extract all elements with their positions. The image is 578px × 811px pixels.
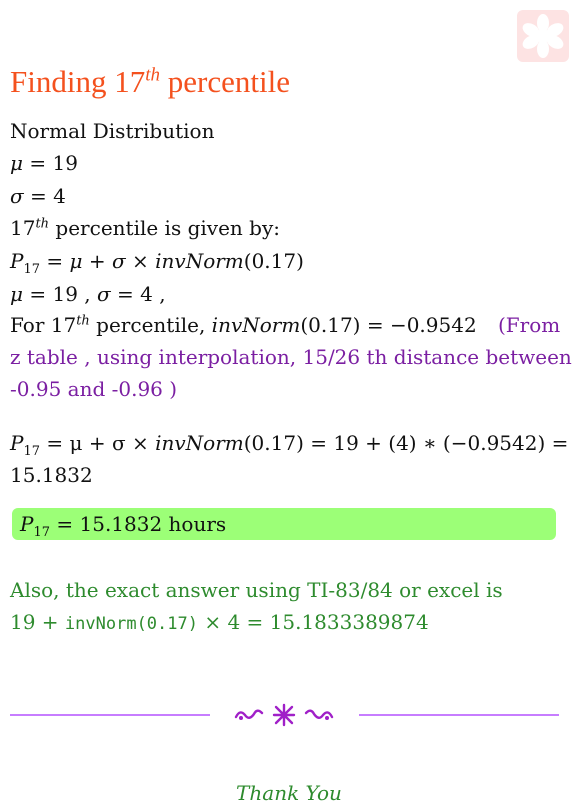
exact-code: invNorm(0.17) bbox=[64, 614, 198, 634]
calc-mid: = μ + σ × bbox=[40, 431, 156, 455]
for-text2: percentile, bbox=[89, 313, 212, 337]
mu-line: μ = 19 bbox=[10, 151, 78, 175]
result-p: P bbox=[20, 512, 34, 536]
exact-prefix: 19 + bbox=[10, 610, 65, 634]
divider-right bbox=[359, 714, 559, 716]
params-sigma-val: = 4 , bbox=[110, 282, 166, 306]
title-suffix: percentile bbox=[160, 64, 290, 99]
formula-mu: μ bbox=[69, 249, 83, 273]
divider-left bbox=[10, 714, 210, 716]
formula-sub: 17 bbox=[23, 262, 41, 277]
page-title: Finding 17th percentile bbox=[10, 64, 290, 100]
result-value: = 15.1832 hours bbox=[50, 512, 227, 536]
for-line: For 17th percentile, invNorm(0.17) = −0.… bbox=[10, 313, 477, 337]
exact-line-1: Also, the exact answer using TI-83/84 or… bbox=[10, 578, 503, 602]
for-sup: th bbox=[76, 313, 90, 329]
mu-value: = 19 bbox=[23, 151, 78, 175]
note-1: (From bbox=[498, 313, 561, 337]
star-flower-logo-icon bbox=[517, 10, 569, 62]
pct-text: percentile is given by: bbox=[49, 216, 280, 240]
calc-sub: 17 bbox=[23, 444, 41, 459]
title-sup: th bbox=[145, 64, 160, 86]
distribution-line: Normal Distribution bbox=[10, 119, 214, 143]
distribution-text: Normal Distribution bbox=[10, 119, 215, 143]
sigma-value: = 4 bbox=[23, 184, 66, 208]
calc-line: P17 = μ + σ × invNorm(0.17) = 19 + (4) ∗… bbox=[10, 431, 569, 458]
formula-eq: = bbox=[40, 249, 70, 273]
mu-symbol: μ bbox=[10, 151, 23, 175]
note-2: z table , using interpolation, 15/26 th … bbox=[10, 345, 572, 369]
result-highlight-box: P17 = 15.1832 hours bbox=[12, 508, 556, 540]
for-fn: invNorm bbox=[211, 313, 301, 337]
calc-fn: invNorm bbox=[155, 431, 244, 455]
params-sigma: σ bbox=[97, 282, 111, 306]
pct-base: 17 bbox=[10, 216, 36, 240]
note-line-2: z table , using interpolation, 15/26 th … bbox=[10, 345, 572, 369]
thank-you-text: Thank You bbox=[236, 781, 342, 805]
params-mu: μ bbox=[10, 282, 23, 306]
sigma-symbol: σ bbox=[10, 184, 24, 208]
formula-plus: + bbox=[82, 249, 112, 273]
params-mu-val: = 19 , bbox=[23, 282, 97, 306]
exact-suffix: × 4 = 15.1833389874 bbox=[197, 610, 429, 634]
formula-times: × bbox=[125, 249, 156, 273]
title-prefix: Finding 17 bbox=[10, 64, 146, 99]
formula-p: P bbox=[10, 249, 24, 273]
percentile-intro-line: 17th percentile is given by: bbox=[10, 216, 280, 240]
for-text: For 17 bbox=[10, 313, 77, 337]
result-sub: 17 bbox=[33, 525, 51, 540]
calc-result: 15.1832 bbox=[10, 463, 93, 487]
flourish-ornament-icon bbox=[234, 703, 334, 727]
calc-rest: (0.17) = 19 + (4) ∗ (−0.9542) = bbox=[243, 431, 569, 455]
exact-line-2: 19 + invNorm(0.17) × 4 = 15.1833389874 bbox=[10, 610, 429, 636]
for-val: (0.17) = −0.9542 bbox=[300, 313, 477, 337]
exact-text: Also, the exact answer using TI-83/84 or… bbox=[10, 578, 503, 602]
note-line-3: -0.95 and -0.96 ) bbox=[10, 377, 177, 401]
formula-line: P17 = μ + σ × invNorm(0.17) bbox=[10, 249, 304, 276]
calc-result-line: 15.1832 bbox=[10, 463, 93, 487]
result-text: P17 = 15.1832 hours bbox=[20, 512, 227, 539]
pct-sup: th bbox=[35, 216, 50, 232]
params-line: μ = 19 , σ = 4 , bbox=[10, 282, 166, 306]
formula-arg: (0.17) bbox=[243, 249, 304, 273]
note-line-1: (From bbox=[498, 313, 560, 337]
sigma-line: σ = 4 bbox=[10, 184, 66, 208]
note-3: -0.95 and -0.96 ) bbox=[10, 377, 178, 401]
calc-p: P bbox=[10, 431, 24, 455]
formula-fn: invNorm bbox=[155, 249, 244, 273]
formula-sigma: σ bbox=[111, 249, 126, 273]
